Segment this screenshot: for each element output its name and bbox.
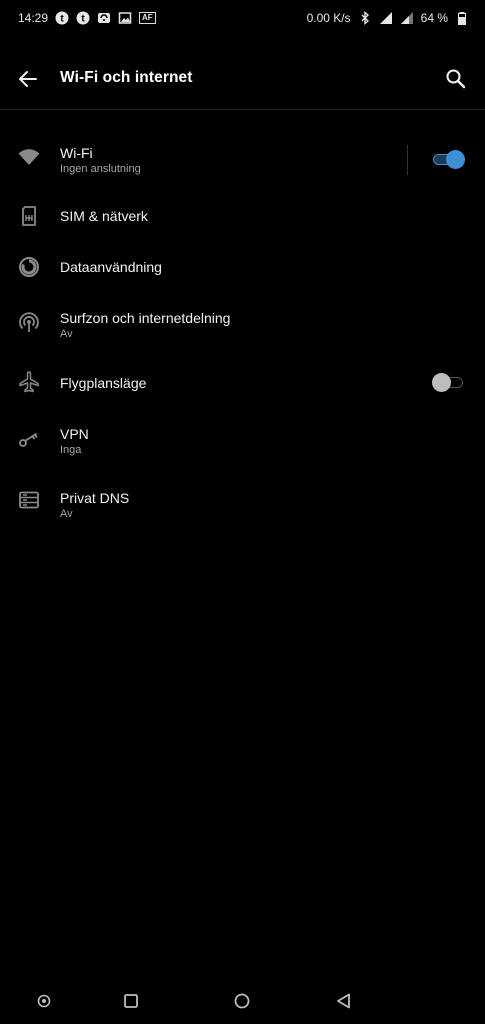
- hotspot-icon: [17, 311, 41, 335]
- assistant-button[interactable]: [33, 990, 55, 1012]
- t-icon: t: [55, 11, 69, 25]
- bluetooth-icon: [358, 11, 372, 25]
- app-bar: Wi-Fi och internet: [0, 48, 485, 110]
- page-title: Wi-Fi och internet: [60, 69, 193, 86]
- triangle-back-icon: [337, 993, 350, 1009]
- airplane-mode-label: Flygplansläge: [60, 375, 147, 391]
- wifi-item-text: Wi-Fi Ingen anslutning: [60, 144, 141, 177]
- hotspot-item[interactable]: Surfzon och internetdelning Av: [0, 297, 485, 352]
- square-icon: [124, 994, 138, 1008]
- battery-percentage: 64 %: [420, 11, 448, 25]
- private-dns-summary: Av: [60, 508, 73, 520]
- clock: 14:29: [18, 11, 49, 25]
- circle-icon: [234, 993, 250, 1009]
- airplane-icon: [17, 370, 41, 394]
- recents-button[interactable]: [120, 990, 142, 1012]
- hotspot-item-text: Surfzon och internetdelning Av: [60, 309, 230, 342]
- private-dns-item-text: Privat DNS Av: [60, 489, 129, 522]
- wifi-icon: [17, 145, 41, 169]
- airplane-mode-item[interactable]: Flygplansläge: [0, 363, 485, 403]
- mobile-signal-icon: [379, 11, 393, 25]
- toggle-thumb: [432, 373, 451, 392]
- vpn-label: VPN: [60, 426, 89, 442]
- vpn-summary: Inga: [60, 444, 82, 456]
- search-button[interactable]: [442, 65, 470, 93]
- image-icon: [118, 11, 132, 25]
- dns-icon: [17, 488, 41, 512]
- divider: [407, 145, 408, 175]
- af-icon: AF: [139, 12, 156, 24]
- hotspot-summary: Av: [60, 328, 73, 340]
- search-icon: [446, 69, 466, 89]
- t-icon: t: [76, 11, 90, 25]
- arrow-back-icon: [19, 71, 37, 87]
- network-speed: 0.00 K/s: [306, 11, 351, 25]
- back-button[interactable]: [14, 65, 42, 93]
- mobile-signal-2-icon: [400, 11, 414, 25]
- status-bar-right: 0.00 K/s 64 %: [307, 11, 469, 25]
- sim-network-item-text: SIM & nätverk: [60, 207, 148, 225]
- sim-network-label: SIM & nätverk: [60, 208, 148, 224]
- vpn-item-text: VPN Inga: [60, 425, 89, 458]
- airplane-mode-item-text: Flygplansläge: [60, 374, 146, 392]
- private-dns-label: Privat DNS: [60, 490, 130, 506]
- sim-card-icon: [17, 204, 41, 228]
- status-bar: 14:29 t t AF 0.00 K/s 64 %: [0, 0, 485, 36]
- wifi-summary: Ingen anslutning: [60, 163, 141, 175]
- back-nav-button[interactable]: [333, 990, 355, 1012]
- hotspot-label: Surfzon och internetdelning: [60, 310, 231, 326]
- navigation-bar: [0, 978, 485, 1024]
- wifi-label: Wi-Fi: [60, 145, 93, 161]
- vpn-key-icon: [17, 427, 41, 451]
- toggle-thumb: [446, 150, 465, 169]
- private-dns-item[interactable]: Privat DNS Av: [0, 477, 485, 532]
- vpn-item[interactable]: VPN Inga: [0, 413, 485, 468]
- wifi-item[interactable]: Wi-Fi Ingen anslutning: [0, 132, 485, 192]
- wifi-calling-icon: [97, 11, 111, 25]
- dot-circle-icon: [37, 994, 51, 1008]
- battery-icon: [455, 11, 469, 25]
- data-usage-label: Dataanvändning: [60, 259, 162, 275]
- airplane-mode-toggle[interactable]: [432, 372, 465, 392]
- home-button[interactable]: [231, 990, 253, 1012]
- data-usage-item-text: Dataanvändning: [60, 258, 162, 276]
- status-bar-left: 14:29 t t AF: [18, 11, 156, 25]
- sim-network-item[interactable]: SIM & nätverk: [0, 196, 485, 236]
- data-usage-item[interactable]: Dataanvändning: [0, 247, 485, 287]
- wifi-toggle[interactable]: [433, 149, 465, 169]
- data-usage-icon: [17, 255, 41, 279]
